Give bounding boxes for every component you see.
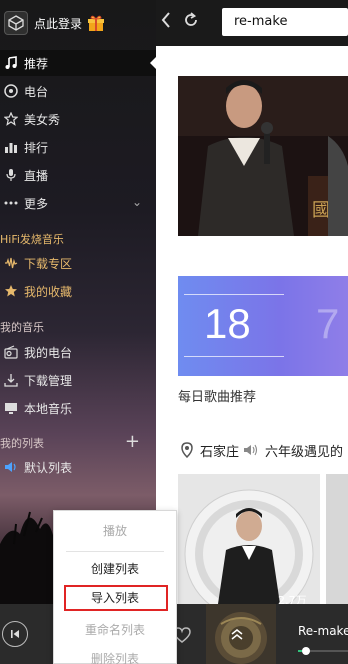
divider [184,294,284,295]
featured-banner[interactable]: 國 [178,76,348,236]
progress-knob[interactable] [302,647,310,655]
sidebar-item-radio[interactable]: 电台 [0,78,156,104]
sidebar-item-label: 直播 [24,168,49,183]
waveform-icon [2,254,20,272]
location-pin-icon [181,442,193,458]
sidebar-item-label: 我的收藏 [24,284,73,299]
main-content: 國 18 7 每日歌曲推荐 石家庄 六年级遇见的 2.7万 [156,46,348,604]
sidebar-item-download-zone[interactable]: 下载专区 [0,250,156,276]
radio-icon [2,82,20,100]
download-icon [2,371,20,389]
refresh-button[interactable] [182,11,204,33]
sidebar-item-my-radio[interactable]: 我的电台 [0,339,156,365]
daily-recommendation-label[interactable]: 每日歌曲推荐 [178,386,256,405]
banner-image: 國 [178,76,348,236]
user-login-area[interactable]: 点此登录 [0,0,156,46]
sidebar-item-label: 排行 [24,140,49,155]
sidebar-item-label: 默认列表 [24,460,73,475]
svg-text:國: 國 [312,200,330,221]
sidebar-item-default-list[interactable]: 默认列表 [0,454,156,480]
previous-track-button[interactable] [2,621,28,647]
location-row: 石家庄 六年级遇见的 [180,440,348,460]
speaker-icon [244,444,258,456]
play-count: 2.7万 [278,594,307,604]
more-dots-icon [2,194,20,212]
add-list-icon[interactable]: + [125,431,140,452]
top-bar: re-make [156,0,348,46]
music-note-icon [2,54,20,72]
expand-up-icon[interactable] [230,628,244,644]
location-city[interactable]: 石家庄 [200,441,239,460]
sidebar-item-label: 电台 [24,84,49,99]
sidebar-item-label: 美女秀 [24,112,61,127]
sidebar-item-label: 下载专区 [24,256,73,271]
album-card[interactable]: 2.7万 [178,474,320,604]
my-music-section-label: 我的音乐 [0,321,44,334]
chart-bars-icon [2,138,20,156]
sidebar-item-live[interactable]: 直播 [0,162,156,188]
daily-date-number: 18 [204,300,251,347]
location-song-text[interactable]: 六年级遇见的 [265,441,343,460]
sidebar-item-label: 我的电台 [24,345,73,360]
sidebar-item-more[interactable]: 更多 ⌄ [0,190,156,216]
gift-icon[interactable] [86,13,106,33]
sidebar-item-recommend[interactable]: 推荐 [0,50,156,76]
refresh-icon [185,12,197,26]
speaker-icon [2,458,20,476]
divider [184,356,284,357]
star-filled-icon [2,282,20,300]
avatar[interactable] [4,11,28,35]
menu-item-create-list[interactable]: 创建列表 [54,555,176,583]
menu-item-rename-list[interactable]: 重命名列表 [54,616,176,644]
monitor-icon [2,399,20,417]
chevron-left-icon [161,12,170,28]
menu-item-import-list[interactable]: 导入列表 [54,584,176,612]
menu-item-play[interactable]: 播放 [54,517,176,545]
microphone-icon [2,166,20,184]
progress-bar[interactable] [298,647,348,655]
sidebar-item-label: 下载管理 [24,373,73,388]
chevron-down-icon[interactable]: ⌄ [132,195,142,209]
album-cover-image [178,474,320,604]
sidebar-item-my-favorites[interactable]: 我的收藏 [0,278,156,304]
my-lists-section-label: 我的列表 + [0,431,156,452]
hifi-section-label: HiFi发烧音乐 [0,233,64,246]
search-input[interactable]: re-make [222,8,348,36]
my-lists-label: 我的列表 [0,437,44,450]
daily-next-number: 7 [316,300,340,347]
list-context-menu: 播放 创建列表 导入列表 重命名列表 删除列表 [53,510,177,664]
sidebar-item-label: 本地音乐 [24,401,73,416]
login-link[interactable]: 点此登录 [34,15,82,32]
now-playing-title: Re-make [298,624,348,638]
radio-icon [2,343,20,361]
cube-logo-icon [8,15,24,31]
menu-item-delete-list[interactable]: 删除列表 [54,645,176,664]
daily-recommendation-card[interactable]: 18 7 [178,276,348,376]
sidebar-item-charts[interactable]: 排行 [0,134,156,160]
back-button[interactable] [156,11,176,33]
album-card[interactable] [326,474,348,604]
sidebar-item-label: 更多 [24,196,49,211]
sidebar-item-label: 推荐 [24,56,49,71]
star-icon [2,110,20,128]
sidebar-item-download-manager[interactable]: 下载管理 [0,367,156,393]
sidebar-item-beauty-show[interactable]: 美女秀 [0,106,156,132]
previous-track-icon [11,630,19,638]
sidebar-item-local-music[interactable]: 本地音乐 [0,395,156,421]
menu-separator [66,551,164,552]
